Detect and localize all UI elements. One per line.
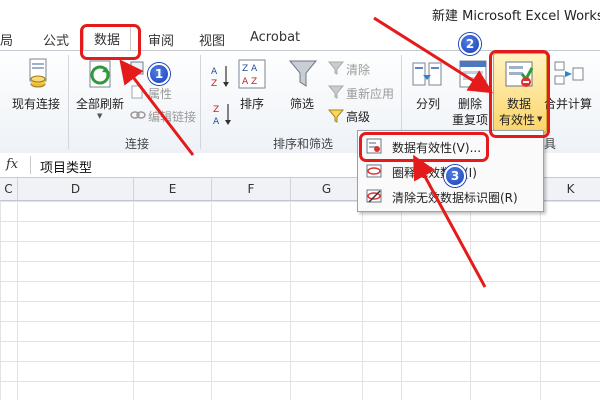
tab-page-layout[interactable]: 局 (0, 30, 13, 49)
svg-text:A: A (211, 67, 218, 77)
tab-review[interactable]: 审阅 (148, 30, 174, 49)
highlight-data-tab (80, 24, 141, 60)
filter-funnel-icon (288, 60, 318, 87)
grid-line (362, 201, 363, 400)
sort-descending-icon[interactable]: Z A (212, 101, 234, 127)
svg-text:A Z: A Z (242, 77, 257, 87)
clear-filter-icon (328, 61, 344, 75)
circle-invalid-data-icon (366, 164, 382, 178)
tab-view[interactable]: 视图 (199, 30, 225, 49)
column-header[interactable]: C (0, 178, 18, 200)
edit-links-button[interactable]: 编辑链接 (148, 108, 196, 125)
sort-label: 排序 (240, 97, 265, 111)
connections-icon (130, 61, 144, 75)
grid-line (290, 201, 291, 400)
reapply-button[interactable]: 重新应用 (346, 85, 394, 102)
properties-button[interactable]: 属性 (148, 85, 172, 102)
grid-line (401, 201, 402, 400)
svg-text:Z: Z (211, 79, 217, 89)
formula-bar-divider (30, 156, 31, 174)
tab-acrobat[interactable]: Acrobat (250, 30, 300, 45)
window-title: 新建 Microsoft Excel Workshe (432, 9, 600, 24)
remove-duplicates-label-1: 删除 (458, 97, 483, 111)
filter-label: 筛选 (290, 97, 315, 111)
edit-links-icon (130, 111, 146, 119)
step-badge-2: 2 (459, 33, 481, 55)
column-header[interactable]: E (134, 178, 212, 200)
clear-validation-circles-icon (366, 189, 382, 203)
advanced-button[interactable]: 高级 (346, 108, 370, 125)
remove-duplicates-label-2: 重复项 (452, 113, 489, 127)
group-separator (200, 55, 201, 149)
refresh-all-dropdown-arrow[interactable]: ▼ (97, 112, 102, 120)
refresh-icon (89, 60, 111, 88)
grid-line (470, 201, 471, 400)
svg-text:Z: Z (213, 105, 219, 115)
existing-connections-label: 现有连接 (12, 97, 61, 111)
text-to-columns-label: 分列 (416, 97, 441, 111)
existing-connections-icon (29, 58, 47, 88)
consolidate-icon (554, 61, 584, 85)
highlight-data-validation-button (489, 50, 550, 138)
column-header[interactable]: D (18, 178, 134, 200)
column-header[interactable]: K (541, 178, 600, 200)
worksheet-grid[interactable] (0, 201, 600, 400)
grid-line (17, 201, 18, 400)
connections-group-label: 连接 (125, 137, 150, 151)
svg-text:Z A: Z A (242, 64, 258, 74)
sort-ascending-icon[interactable]: A Z (210, 63, 232, 89)
column-header[interactable]: G (291, 178, 363, 200)
menu-item-clear-validation-circles[interactable]: 清除无效数据标识圈(R) (358, 184, 543, 208)
sort-dialog-icon: Z A A Z (238, 59, 266, 89)
clear-button[interactable]: 清除 (346, 61, 370, 78)
column-header[interactable]: F (212, 178, 291, 200)
step-badge-1: 1 (148, 63, 170, 85)
grid-line (540, 201, 541, 400)
grid-line (211, 201, 212, 400)
properties-icon (131, 85, 143, 99)
text-to-columns-icon (412, 62, 442, 86)
highlight-data-validation-menu-item (359, 132, 489, 162)
consolidate-label: 合并计算 (544, 97, 593, 111)
remove-duplicates-icon (459, 60, 487, 88)
menu-item-label: 清除无效数据标识圈(R) (392, 191, 518, 205)
tab-formulas[interactable]: 公式 (43, 30, 69, 49)
svg-text:A: A (213, 117, 220, 127)
group-separator (68, 55, 69, 149)
formula-input[interactable]: 项目类型 (40, 157, 92, 176)
step-badge-3: 3 (444, 165, 466, 187)
reapply-icon (328, 85, 344, 99)
data-tools-group-label: 具 (544, 137, 557, 151)
grid-line (133, 201, 134, 400)
title-bar: 新建 Microsoft Excel Workshe (0, 0, 600, 24)
refresh-all-label: 全部刷新 (76, 97, 125, 111)
sort-filter-group-label: 排序和筛选 (273, 137, 334, 151)
fx-icon[interactable]: fx (6, 157, 18, 172)
advanced-filter-icon (328, 109, 344, 123)
